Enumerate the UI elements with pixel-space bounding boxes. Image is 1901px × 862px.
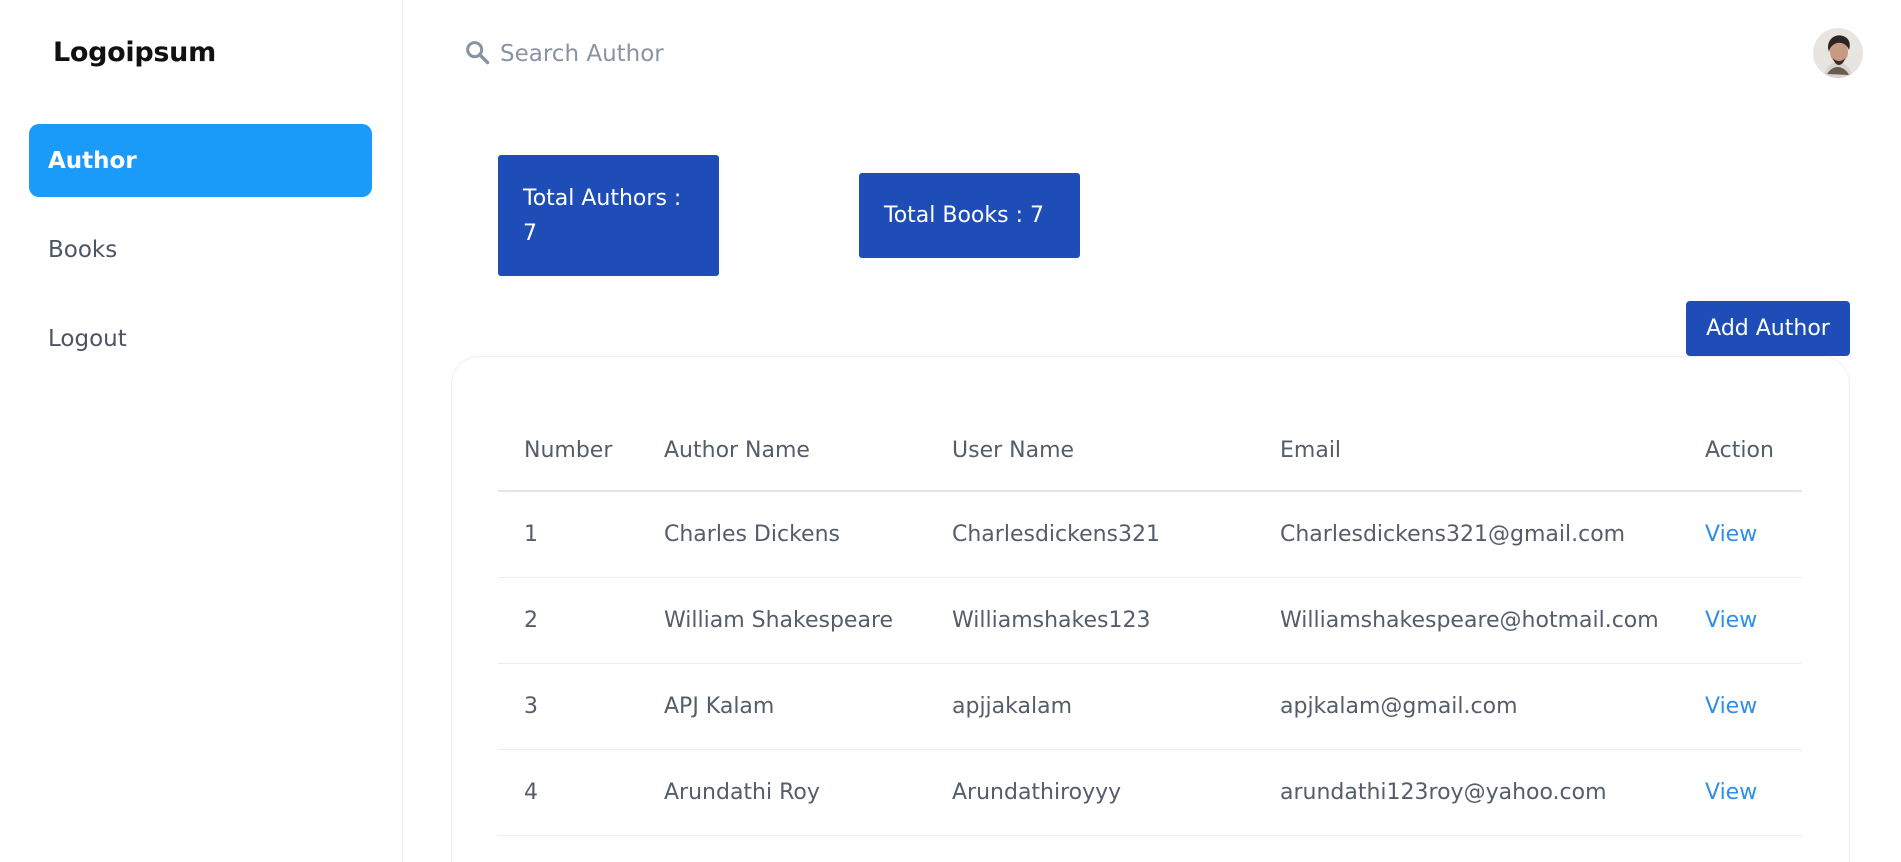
row-number: 3 bbox=[524, 694, 538, 719]
row-author-name: William Shakespeare bbox=[664, 608, 894, 633]
sidebar: Logoipsum Author Books Logout bbox=[0, 0, 403, 862]
search-icon bbox=[463, 38, 491, 70]
column-header-number: Number bbox=[524, 438, 613, 463]
row-author-name: Charles Dickens bbox=[664, 522, 840, 547]
table-row: 1 Charles Dickens Charlesdickens321 Char… bbox=[498, 492, 1802, 578]
sidebar-item-logout[interactable]: Logout bbox=[29, 302, 372, 375]
search-input[interactable] bbox=[500, 41, 1100, 67]
total-books-card: Total Books : 7 bbox=[859, 173, 1080, 258]
user-avatar[interactable] bbox=[1813, 28, 1863, 78]
authors-table: Number Author Name User Name Email Actio… bbox=[498, 411, 1802, 836]
row-email: Williamshakespeare@hotmail.com bbox=[1280, 608, 1659, 633]
view-link[interactable]: View bbox=[1705, 492, 1757, 577]
column-header-author-name: Author Name bbox=[664, 438, 810, 463]
column-header-user-name: User Name bbox=[952, 438, 1075, 463]
table-row: 4 Arundathi Roy Arundathiroyyy arundathi… bbox=[498, 750, 1802, 836]
row-email: arundathi123roy@yahoo.com bbox=[1280, 780, 1607, 805]
table-header-row: Number Author Name User Name Email Actio… bbox=[498, 411, 1802, 492]
row-user-name: Williamshakes123 bbox=[952, 608, 1151, 633]
row-user-name: apjjakalam bbox=[952, 694, 1073, 719]
row-author-name: APJ Kalam bbox=[664, 694, 775, 719]
table-row: 3 APJ Kalam apjjakalam apjkalam@gmail.co… bbox=[498, 664, 1802, 750]
row-author-name: Arundathi Roy bbox=[664, 780, 820, 805]
row-email: Charlesdickens321@gmail.com bbox=[1280, 522, 1626, 547]
app-root: Logoipsum Author Books Logout Total Auth… bbox=[0, 0, 1901, 862]
search-bar bbox=[463, 36, 1163, 72]
total-authors-card: Total Authors : 7 bbox=[498, 155, 719, 276]
sidebar-item-books[interactable]: Books bbox=[29, 213, 372, 286]
row-user-name: Charlesdickens321 bbox=[952, 522, 1161, 547]
logo: Logoipsum bbox=[53, 37, 216, 68]
column-header-action: Action bbox=[1705, 438, 1774, 463]
row-email: apjkalam@gmail.com bbox=[1280, 694, 1518, 719]
view-link[interactable]: View bbox=[1705, 750, 1757, 835]
row-user-name: Arundathiroyyy bbox=[952, 780, 1122, 805]
view-link[interactable]: View bbox=[1705, 578, 1757, 663]
view-link[interactable]: View bbox=[1705, 664, 1757, 749]
sidebar-item-author[interactable]: Author bbox=[29, 124, 372, 197]
row-number: 4 bbox=[524, 780, 538, 805]
row-number: 2 bbox=[524, 608, 538, 633]
table-row: 2 William Shakespeare Williamshakes123 W… bbox=[498, 578, 1802, 664]
row-number: 1 bbox=[524, 522, 538, 547]
column-header-email: Email bbox=[1280, 438, 1342, 463]
add-author-button[interactable]: Add Author bbox=[1686, 301, 1850, 356]
